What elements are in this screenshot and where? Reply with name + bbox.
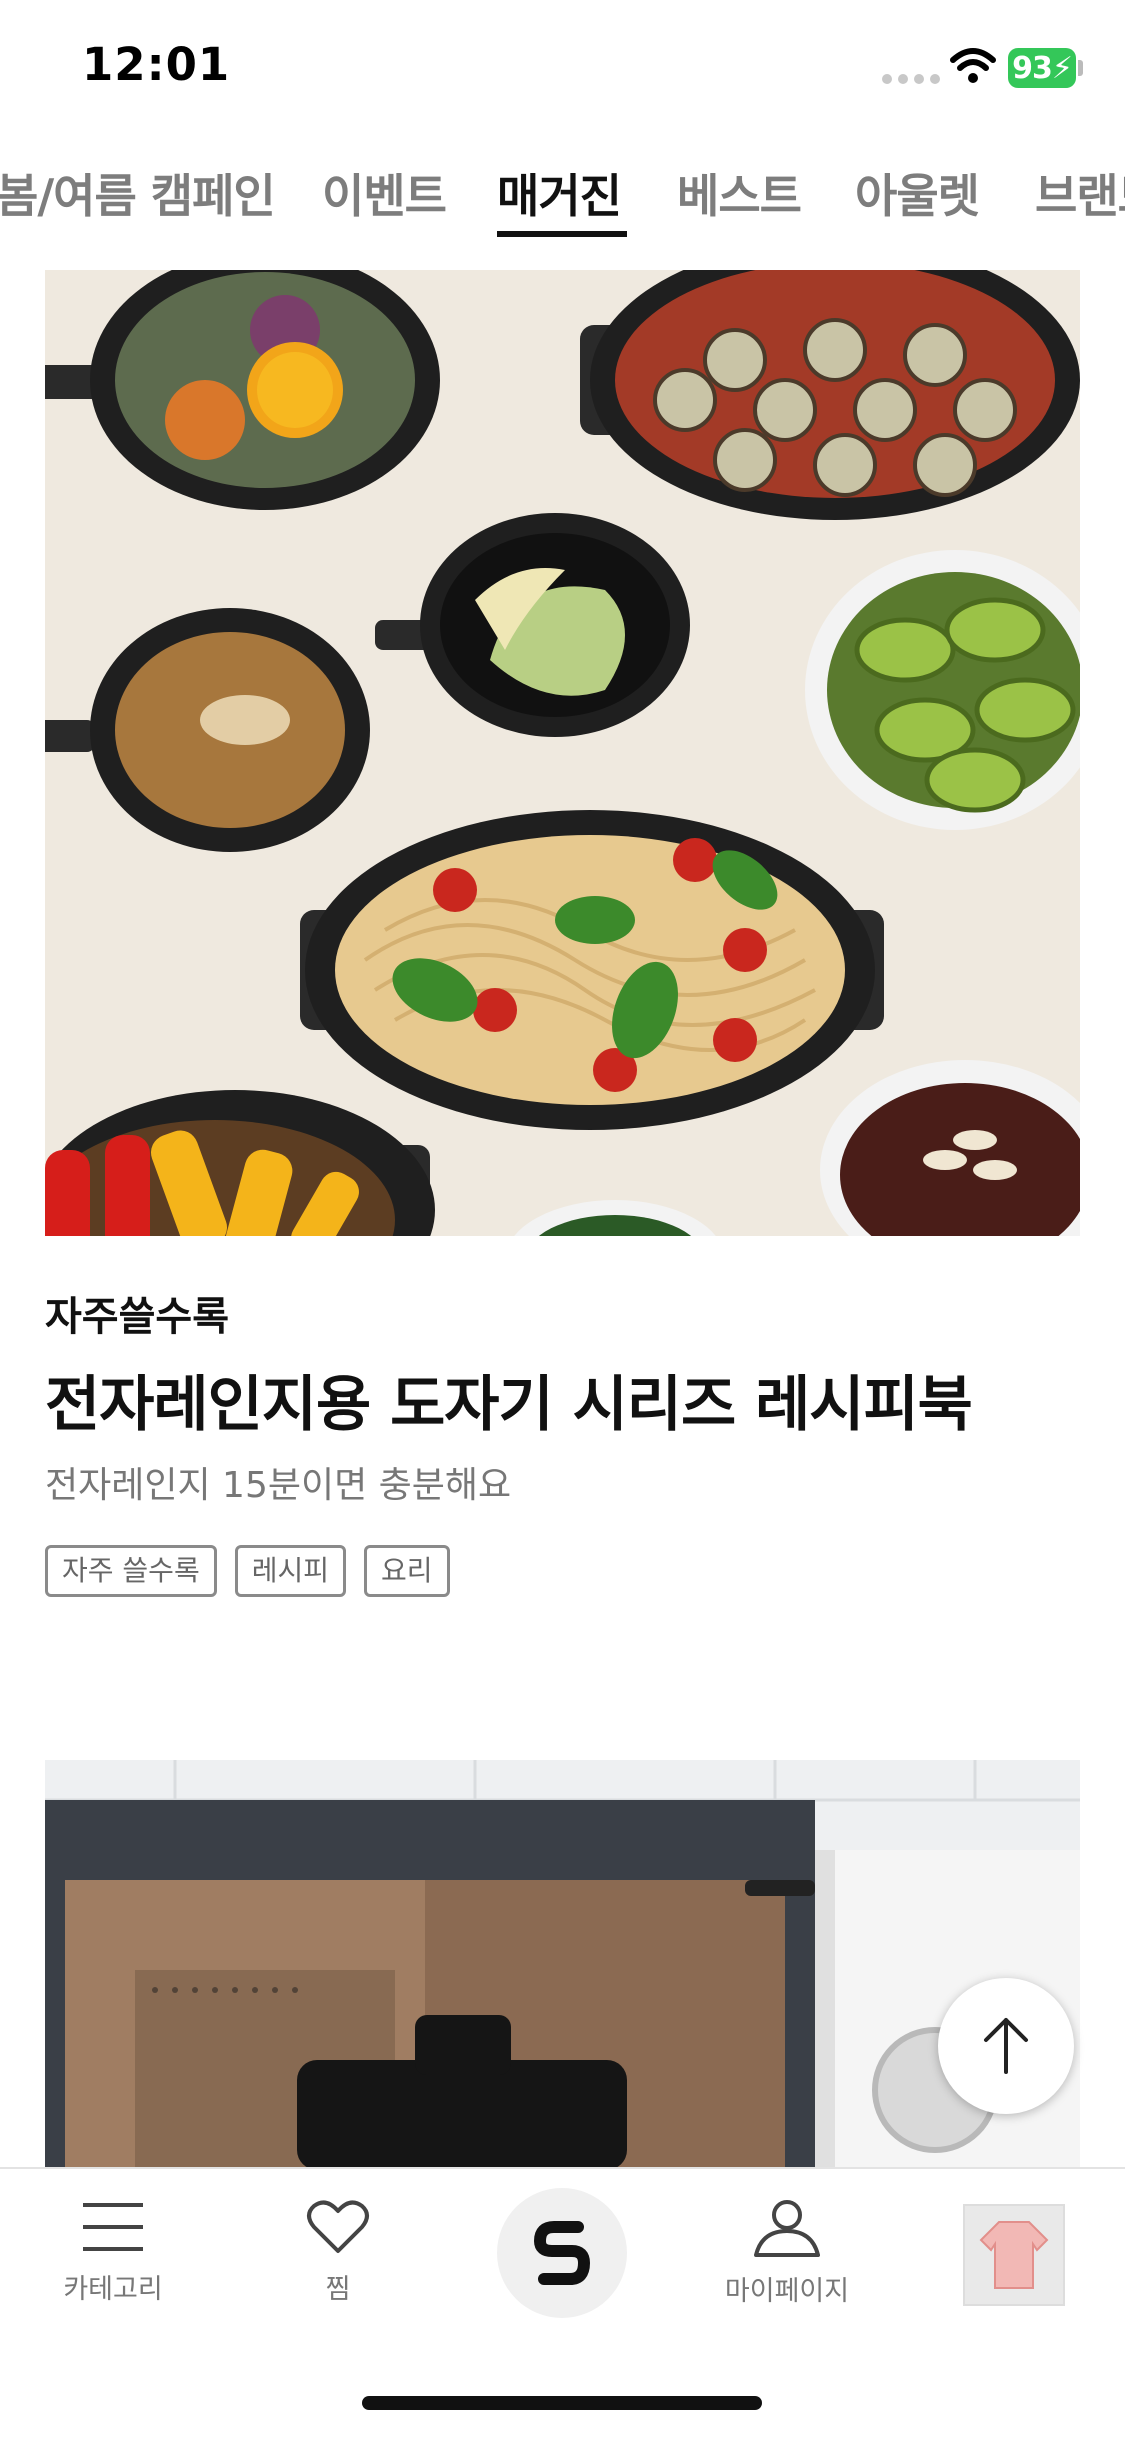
status-bar: 12:01 93 ⚡ [0,0,1125,140]
tab-outlet[interactable]: 아울렛 [855,160,980,226]
article-subtitle: 전자레인지 15분이면 충분해요 [45,1465,512,1506]
food-dishes-icon [45,270,1080,1236]
microwave-icon [45,1760,1080,2170]
tab-magazine[interactable]: 매거진 [497,160,622,226]
article-hero-image[interactable] [45,270,1080,1236]
active-tab-indicator [497,231,627,237]
wifi-icon [950,48,996,83]
scroll-to-top-button[interactable] [938,1978,1074,2114]
article-title[interactable]: 전자레인지용 도자기 시리즈 레시피북 [45,1356,973,1443]
menu-icon [83,2203,143,2251]
tab-campaign[interactable]: 봄/여름 캠페인 [0,160,276,226]
tag-often-use[interactable]: 자주 쓸수록 [45,1545,217,1597]
tab-event[interactable]: 이벤트 [322,160,447,226]
heart-icon [307,2200,369,2253]
tag-recipe[interactable]: 레시피 [234,1545,346,1597]
recent-item-thumbnail[interactable] [963,2204,1065,2306]
article-2-hero-image[interactable] [45,1760,1080,2170]
cellular-signal-icon [882,74,940,84]
tab-brand[interactable]: 브랜드 [1035,160,1125,226]
clothing-thumbnail-icon [979,2221,1049,2289]
tab-best[interactable]: 베스트 [677,160,802,226]
nav-category[interactable]: 카테고리 [28,2199,198,2306]
status-time: 12:01 [82,38,231,91]
home-indicator [362,2396,762,2410]
nav-mypage[interactable]: 마이페이지 [702,2199,872,2308]
nav-category-label: 카테고리 [63,2274,163,2305]
battery-cap [1078,60,1083,76]
article-tags: 자주 쓸수록 레시피 요리 [45,1545,450,1597]
nav-mypage-label: 마이페이지 [724,2276,850,2307]
tag-cooking[interactable]: 요리 [363,1545,450,1597]
nav-wishlist-label: 찜 [325,2274,351,2305]
nav-wishlist[interactable]: 찜 [253,2199,423,2306]
person-icon [754,2200,820,2257]
arrow-up-icon [984,2018,1028,2074]
battery-level: 93 [1012,50,1053,86]
home-logo-icon [534,2221,590,2285]
home-button[interactable] [497,2188,627,2318]
article-category[interactable]: 자주쓸수록 [45,1284,229,1342]
battery-icon: 93 ⚡ [1008,48,1076,88]
